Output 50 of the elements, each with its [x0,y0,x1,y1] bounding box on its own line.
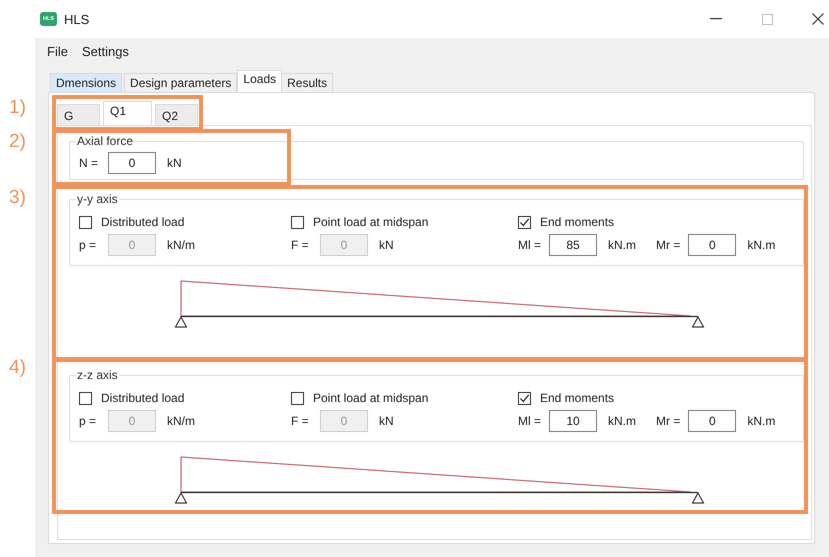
menu-item[interactable]: File [47,42,68,60]
field-label: p = [79,238,98,252]
tab[interactable]: Results [281,73,334,92]
unit-label: kN.m [608,414,636,428]
input-field[interactable]: 85 [549,234,598,256]
checkbox[interactable]: Distributed load [79,387,291,409]
field-label: F = [291,238,310,252]
input-field[interactable]: 0 [108,152,156,174]
group-title: Axial force [76,134,134,148]
group-title: y-y axis [76,192,119,206]
unit-label: kN/m [167,414,195,428]
tab[interactable]: Q2 [155,104,198,125]
window-title: HLS [64,12,90,26]
input-field[interactable]: 10 [549,410,598,432]
field-label: Ml = [518,238,542,252]
unit-label: kN [379,238,394,252]
tab[interactable]: Loads [237,70,282,92]
field-label: Mr = [656,414,680,428]
field-label: F = [291,414,310,428]
checkbox[interactable]: End moments [518,211,796,233]
field-label: Ml = [518,414,542,428]
callout-label: 3) [9,187,26,209]
unit-label: kN.m [747,238,776,252]
checkbox[interactable]: Distributed load [79,211,291,233]
callout-label: 2) [9,131,26,153]
check-icon [519,216,530,228]
group-title: z-z axis [76,368,119,382]
field-label: Mr = [656,238,680,252]
input-field[interactable]: 0 [688,410,736,432]
menu-item[interactable]: Settings [82,42,129,60]
callout-label: 4) [9,357,26,379]
check-icon [519,392,530,404]
checkbox[interactable]: Point load at midspan [291,387,518,409]
minimize-icon[interactable] [710,18,722,20]
unit-label: kN.m [608,238,636,252]
tab[interactable]: G [57,104,100,125]
field-label: N = [79,156,100,170]
unit-label: kN [167,156,182,170]
input-field[interactable]: 0 [688,234,736,256]
unit-label: kN [379,414,394,428]
checkbox[interactable]: End moments [518,387,796,409]
tab[interactable]: Dmensions [50,73,122,92]
tab[interactable]: Q1 [103,101,152,125]
tab[interactable]: Design parameters [124,73,238,92]
callout-label: 1) [9,97,26,119]
unit-label: kN.m [747,414,776,428]
unit-label: kN/m [167,238,195,252]
close-icon[interactable] [812,13,824,25]
checkbox[interactable]: Point load at midspan [291,211,518,233]
field-label: p = [79,414,98,428]
